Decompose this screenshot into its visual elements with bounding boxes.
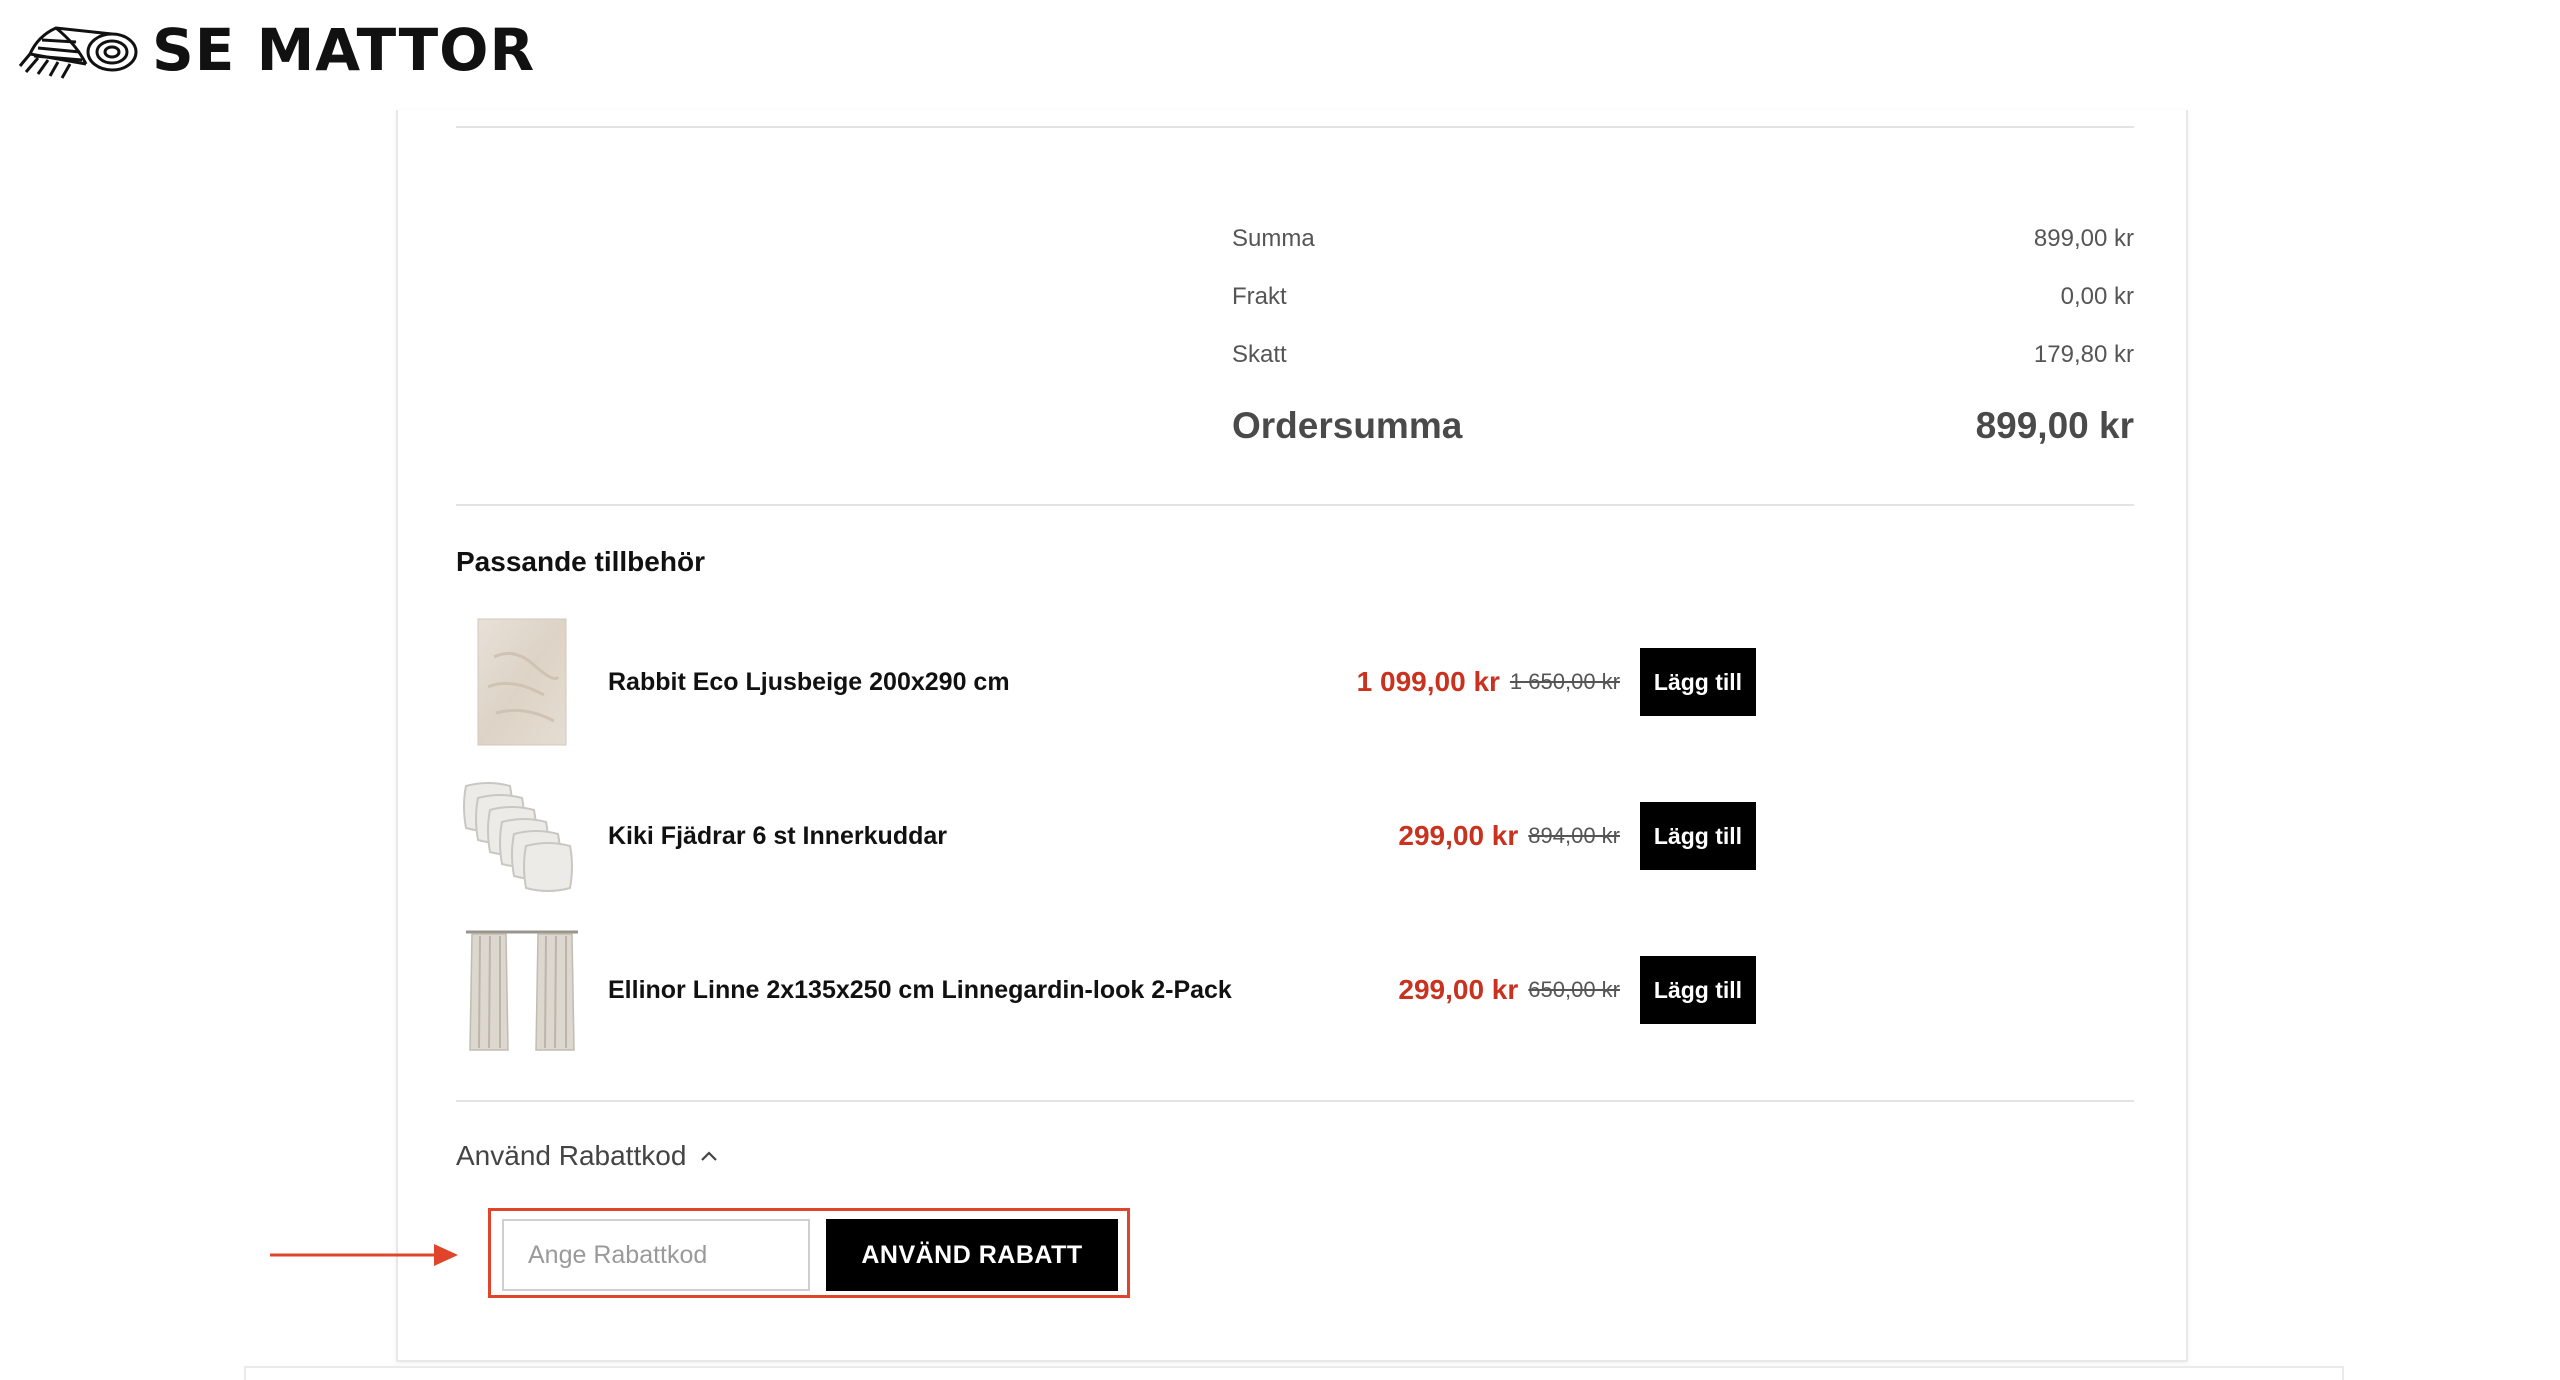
footer-panel-edge [244,1366,2344,1380]
page: SE MATTOR Summa 899,00 kr Frakt 0,00 kr … [0,0,2560,1380]
add-to-cart-button[interactable]: Lägg till [1640,648,1756,716]
subtotal-label: Summa [1232,225,1315,252]
pillows-image [463,782,573,892]
rolled-rug-logo-icon [18,26,138,79]
totals-divider [456,504,2134,506]
curtains-image [466,930,578,1051]
accessory-item: Kiki Fjädrar 6 st Innerkuddar 299,00 kr … [456,766,1756,906]
sale-price: 1 099,00 kr [1356,666,1500,697]
original-price: 1 650,00 kr [1509,669,1620,694]
shipping-value: 0,00 kr [2060,283,2134,310]
subtotal-value: 899,00 kr [2033,225,2134,252]
discount-toggle-label: Använd Rabattkod [456,1140,687,1171]
shipping-row: Frakt 0,00 kr [1232,268,2134,326]
product-thumbnail[interactable] [456,770,588,902]
product-name[interactable]: Rabbit Eco Ljusbeige 200x290 cm [608,668,1010,697]
tax-value: 179,80 kr [2033,341,2134,368]
tax-label: Skatt [1232,341,1287,368]
order-totals: Summa 899,00 kr Frakt 0,00 kr Skatt 179,… [1232,210,2134,458]
subtotal-row: Summa 899,00 kr [1232,210,2134,268]
accessories-divider [456,1100,2134,1102]
product-pricing: 299,00 kr 894,00 kr Lägg till [1398,766,1756,906]
apply-discount-button[interactable]: ANVÄND RABATT [826,1219,1118,1291]
add-to-cart-button[interactable]: Lägg till [1640,956,1756,1024]
order-total-value: 899,00 kr [1975,405,2134,446]
site-logo[interactable]: SE MATTOR [16,14,535,86]
rug-image [477,618,567,746]
product-pricing: 299,00 kr 650,00 kr Lägg till [1398,920,1756,1060]
discount-code-input[interactable] [502,1219,810,1291]
product-name[interactable]: Kiki Fjädrar 6 st Innerkuddar [608,822,947,851]
add-to-cart-button[interactable]: Lägg till [1640,802,1756,870]
product-thumbnail[interactable] [456,924,588,1056]
product-thumbnail[interactable] [456,616,588,748]
accessory-item: Ellinor Linne 2x135x250 cm Linnegardin-l… [456,920,1756,1060]
order-total-row: Ordersumma 899,00 kr [1232,394,2134,458]
arrow-right-icon [270,1244,458,1266]
accessories-title: Passande tillbehör [456,546,705,577]
top-divider [456,126,2134,128]
accessory-item: Rabbit Eco Ljusbeige 200x290 cm 1 099,00… [456,612,1756,752]
chevron-up-icon [701,1151,718,1161]
shipping-label: Frakt [1232,283,1287,310]
original-price: 650,00 kr [1528,977,1620,1002]
product-name[interactable]: Ellinor Linne 2x135x250 cm Linnegardin-l… [608,976,1232,1005]
brand-name: SE MATTOR [152,16,536,84]
original-price: 894,00 kr [1528,823,1620,848]
discount-code-toggle[interactable]: Använd Rabattkod [456,1140,718,1172]
product-pricing: 1 099,00 kr 1 650,00 kr Lägg till [1357,612,1756,752]
sale-price: 299,00 kr [1398,820,1519,851]
tax-row: Skatt 179,80 kr [1232,326,2134,384]
sale-price: 299,00 kr [1398,974,1519,1005]
order-total-label: Ordersumma [1232,405,1463,446]
